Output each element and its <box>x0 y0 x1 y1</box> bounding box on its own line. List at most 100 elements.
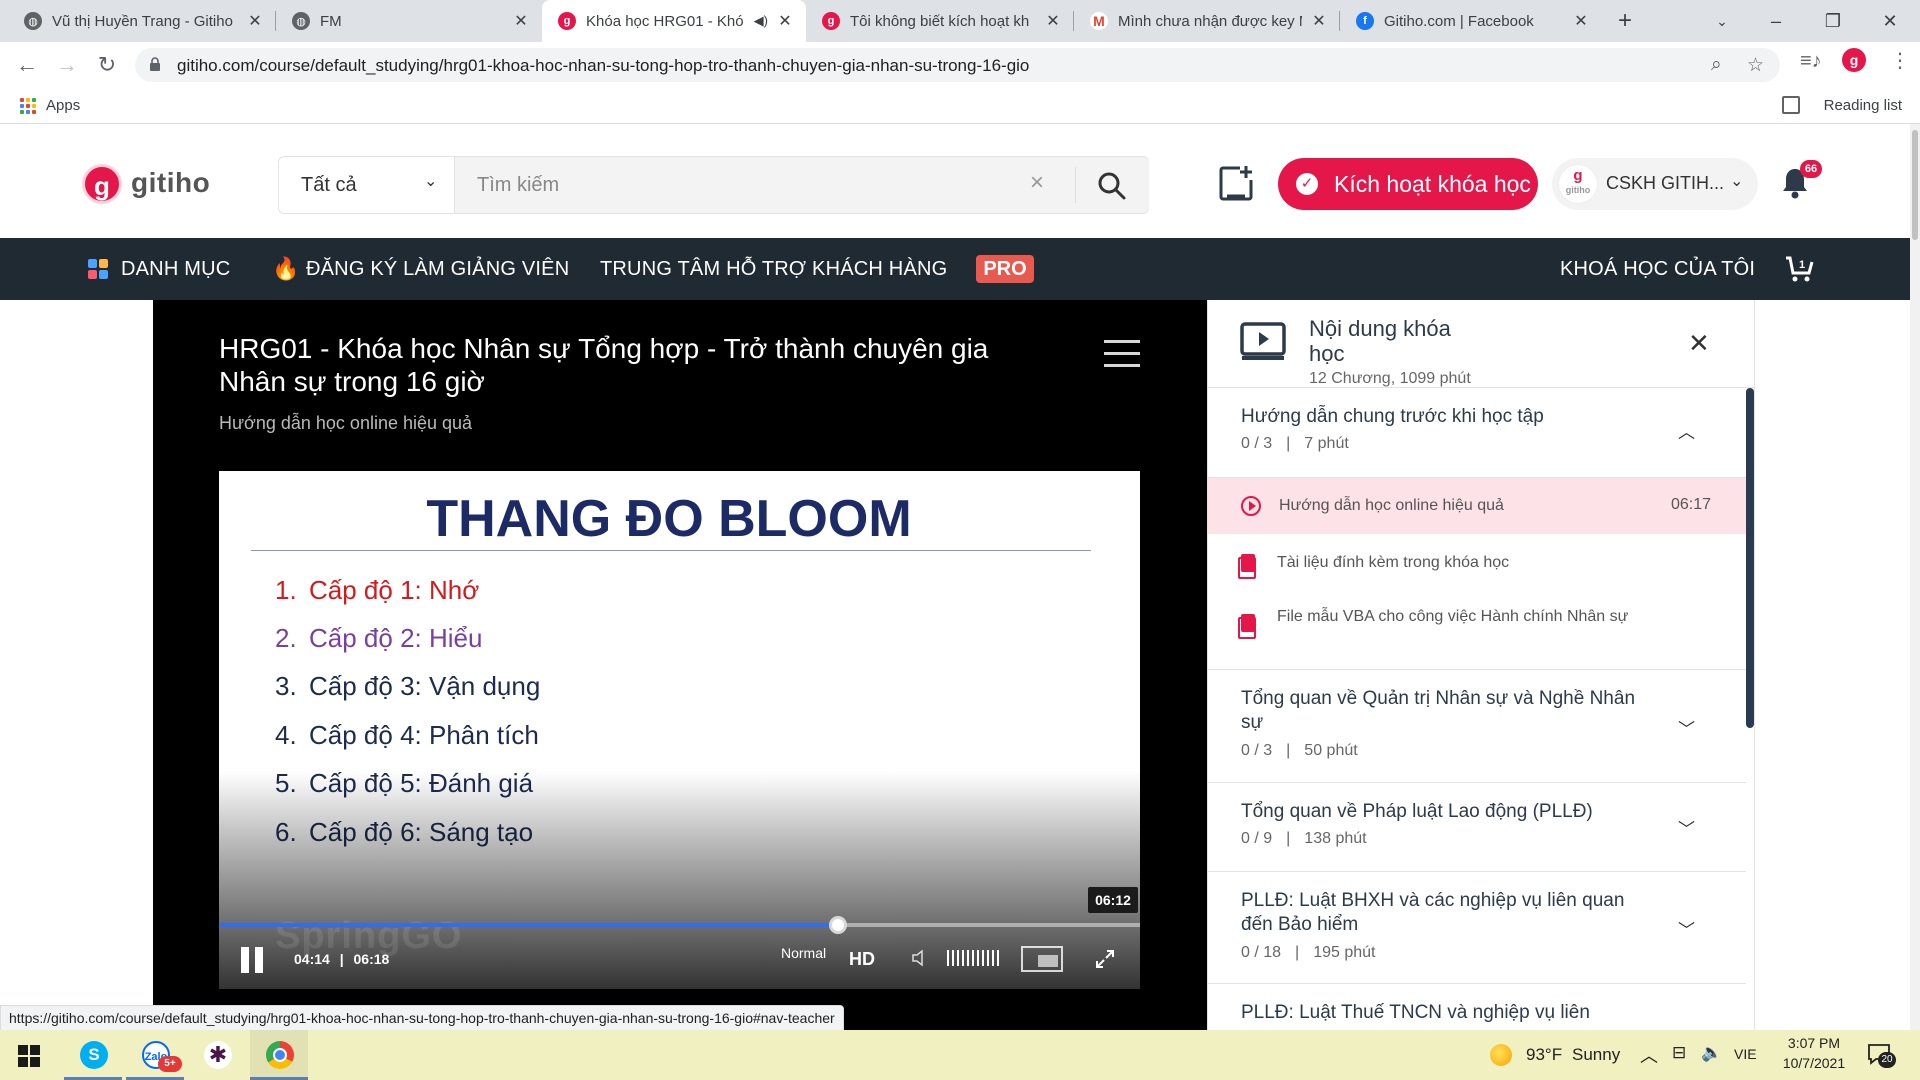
nav-become-teacher[interactable]: ĐĂNG KÝ LÀM GIẢNG VIÊN <box>306 258 569 281</box>
browser-tab[interactable]: g Tôi không biết kích hoạt kh ✕ <box>806 0 1074 42</box>
search-icon[interactable] <box>1095 169 1129 203</box>
windows-start-icon[interactable] <box>18 1045 40 1067</box>
search-category-select[interactable]: Tất cả ⌄ <box>279 157 455 213</box>
lesson-item[interactable]: File mẫu VBA cho công việc Hành chính Nh… <box>1208 592 1746 670</box>
close-icon[interactable]: ✕ <box>1310 11 1328 31</box>
taskbar-slack[interactable]: ✱ <box>188 1030 246 1080</box>
user-menu[interactable]: g gitiho CSKH GITIH... ⌄ <box>1552 158 1758 210</box>
tab-search-button[interactable]: ⌄ <box>1695 0 1749 42</box>
gitiho-logo-icon[interactable]: g <box>82 164 122 204</box>
video-player[interactable]: THANG ĐO BLOOM 1. Cấp độ 1: Nhớ 2. Cấp độ 2… <box>219 471 1140 989</box>
quality-button[interactable]: HD <box>849 949 875 970</box>
lesson-item-active[interactable]: Hướng dẫn học online hiệu quả 06:17 <box>1208 478 1746 534</box>
nav-support-center[interactable]: TRUNG TÂM HỖ TRỢ KHÁCH HÀNG <box>600 258 947 281</box>
lesson-duration: 06:17 <box>1671 496 1712 513</box>
taskbar-skype[interactable]: S <box>64 1030 122 1080</box>
globe-icon: ◍ <box>24 12 42 30</box>
menu-icon[interactable]: ⋮ <box>1890 48 1910 73</box>
speaker-icon[interactable]: 🔈 <box>1701 1043 1722 1063</box>
chapter-item[interactable]: Tổng quan về Pháp luật Lao động (PLLĐ) 0… <box>1208 783 1746 872</box>
omnibox[interactable]: gitiho.com/course/default_studying/hrg01… <box>135 48 1780 82</box>
close-icon[interactable]: ✕ <box>512 11 530 31</box>
close-icon[interactable]: ✕ <box>246 11 264 31</box>
taskbar-clock[interactable]: 3:07 PM 10/7/2021 <box>1775 1035 1853 1071</box>
slide-list-item: 2. Cấp độ 2: Hiểu <box>275 623 483 653</box>
reading-list-icon <box>1782 96 1800 114</box>
network-icon[interactable]: ⊟ <box>1672 1043 1686 1063</box>
link-status-bubble: https://gitiho.com/course/default_studyi… <box>0 1005 844 1032</box>
back-button[interactable]: ← <box>12 50 42 80</box>
playback-speed-button[interactable]: Normal <box>781 945 826 961</box>
weather-temperature[interactable]: 93°F <box>1526 1045 1562 1065</box>
lesson-item[interactable]: Tài liệu đính kèm trong khóa học <box>1208 534 1746 592</box>
chapter-meta: 0 / 3 | 50 phút <box>1241 742 1358 759</box>
nav-pro-badge[interactable]: PRO <box>976 255 1034 283</box>
search-input[interactable] <box>455 157 1015 213</box>
url-text[interactable]: gitiho.com/course/default_studying/hrg01… <box>177 56 1029 76</box>
picture-in-picture-button[interactable] <box>1021 946 1063 972</box>
lock-icon[interactable] <box>149 56 161 72</box>
restore-button[interactable]: ❐ <box>1806 0 1860 42</box>
chevron-down-icon[interactable]: ﹀ <box>1678 916 1695 941</box>
video-progress-fill <box>219 923 838 927</box>
chevron-up-icon[interactable]: ︿ <box>1678 418 1695 443</box>
tab-title: Mình chưa nhận được key M <box>1118 12 1302 30</box>
nav-catalog[interactable]: DANH MỤC <box>121 258 230 281</box>
minimize-button[interactable]: – <box>1749 0 1803 42</box>
cart-icon[interactable]: 1 <box>1784 255 1814 283</box>
video-progress-handle[interactable] <box>828 916 847 934</box>
forward-button[interactable]: → <box>52 50 82 80</box>
chapter-item[interactable]: PLLĐ: Luật Thuế TNCN và nghiệp vụ liên <box>1208 984 1746 1030</box>
chevron-down-icon[interactable]: ﹀ <box>1678 815 1695 840</box>
browser-tab[interactable]: f Gitiho.com | Facebook ✕ <box>1340 0 1602 42</box>
lesson-title: Tài liệu đính kèm trong khóa học <box>1277 554 1510 571</box>
chapter-item[interactable]: Tổng quan về Quản trị Nhân sự và Nghề Nh… <box>1208 670 1746 783</box>
close-window-button[interactable]: ✕ <box>1863 0 1917 42</box>
new-tab-button[interactable]: + <box>1610 6 1640 36</box>
browser-tab[interactable]: ◍ FM ✕ <box>276 0 542 42</box>
site-logo[interactable]: gitiho <box>131 167 210 199</box>
taskbar-chrome[interactable] <box>250 1030 308 1080</box>
browser-tab-active[interactable]: g Khóa học HRG01 - Khó ◀) ✕ <box>542 0 806 42</box>
chevron-down-icon[interactable]: ﹀ <box>1678 715 1695 740</box>
media-control-icon[interactable]: ≡♪ <box>1800 50 1822 73</box>
current-lesson-title: Hướng dẫn học online hiệu quả <box>219 413 473 433</box>
skype-icon: S <box>80 1041 108 1069</box>
page-scrollbar[interactable] <box>1910 124 1920 1030</box>
audio-icon[interactable]: ◀) <box>754 13 768 29</box>
nav-my-courses[interactable]: KHOÁ HỌC CỦA TÔI <box>1560 258 1755 281</box>
course-panel-scrollbar[interactable] <box>1746 388 1754 728</box>
zoom-icon[interactable]: ⌕ <box>1711 54 1722 76</box>
clear-icon[interactable]: × <box>1030 169 1044 197</box>
apps-bookmark[interactable]: Apps <box>46 97 80 114</box>
bookmark-star-icon[interactable]: ☆ <box>1747 54 1764 77</box>
browser-tab[interactable]: M Mình chưa nhận được key M ✕ <box>1074 0 1340 42</box>
activate-course-button[interactable]: ✓ Kích hoạt khóa học <box>1278 158 1538 210</box>
apps-icon[interactable] <box>20 98 36 114</box>
current-time: 04:14 <box>294 951 330 967</box>
video-progress-bar[interactable] <box>219 916 1140 934</box>
browser-tab[interactable]: ◍ Vũ thị Huyền Trang - Gitiho ✕ <box>8 0 276 42</box>
reading-list-button[interactable]: Reading list <box>1824 97 1902 114</box>
fullscreen-icon[interactable] <box>1095 949 1115 969</box>
taskbar-zalo[interactable]: Zalo 5+ <box>126 1030 184 1080</box>
add-course-icon[interactable] <box>1218 164 1254 202</box>
close-icon[interactable]: ✕ <box>1572 11 1590 31</box>
notification-count-badge: 20 <box>1878 1052 1896 1068</box>
category-grid-icon <box>88 259 108 279</box>
volume-icon[interactable] <box>911 949 929 967</box>
chevron-up-icon[interactable]: ︿ <box>1640 1042 1658 1068</box>
chevron-down-icon: ⌄ <box>424 173 438 190</box>
input-language[interactable]: VIE <box>1734 1046 1757 1062</box>
close-icon[interactable]: ✕ <box>1688 328 1710 359</box>
menu-toggle-icon[interactable] <box>1104 340 1140 368</box>
pause-button[interactable] <box>241 947 267 973</box>
weather-condition[interactable]: Sunny <box>1572 1045 1620 1065</box>
close-icon[interactable]: ✕ <box>1044 11 1062 31</box>
chapter-item[interactable]: PLLĐ: Luật BHXH và các nghiệp vụ liên qu… <box>1208 872 1746 984</box>
volume-slider[interactable] <box>947 950 1001 966</box>
reload-button[interactable]: ↻ <box>92 50 122 80</box>
chapter-item[interactable]: Hướng dẫn chung trước khi học tập 0 / 3 |… <box>1208 388 1746 478</box>
profile-avatar[interactable]: g <box>1842 48 1866 72</box>
close-icon[interactable]: ✕ <box>776 11 794 31</box>
